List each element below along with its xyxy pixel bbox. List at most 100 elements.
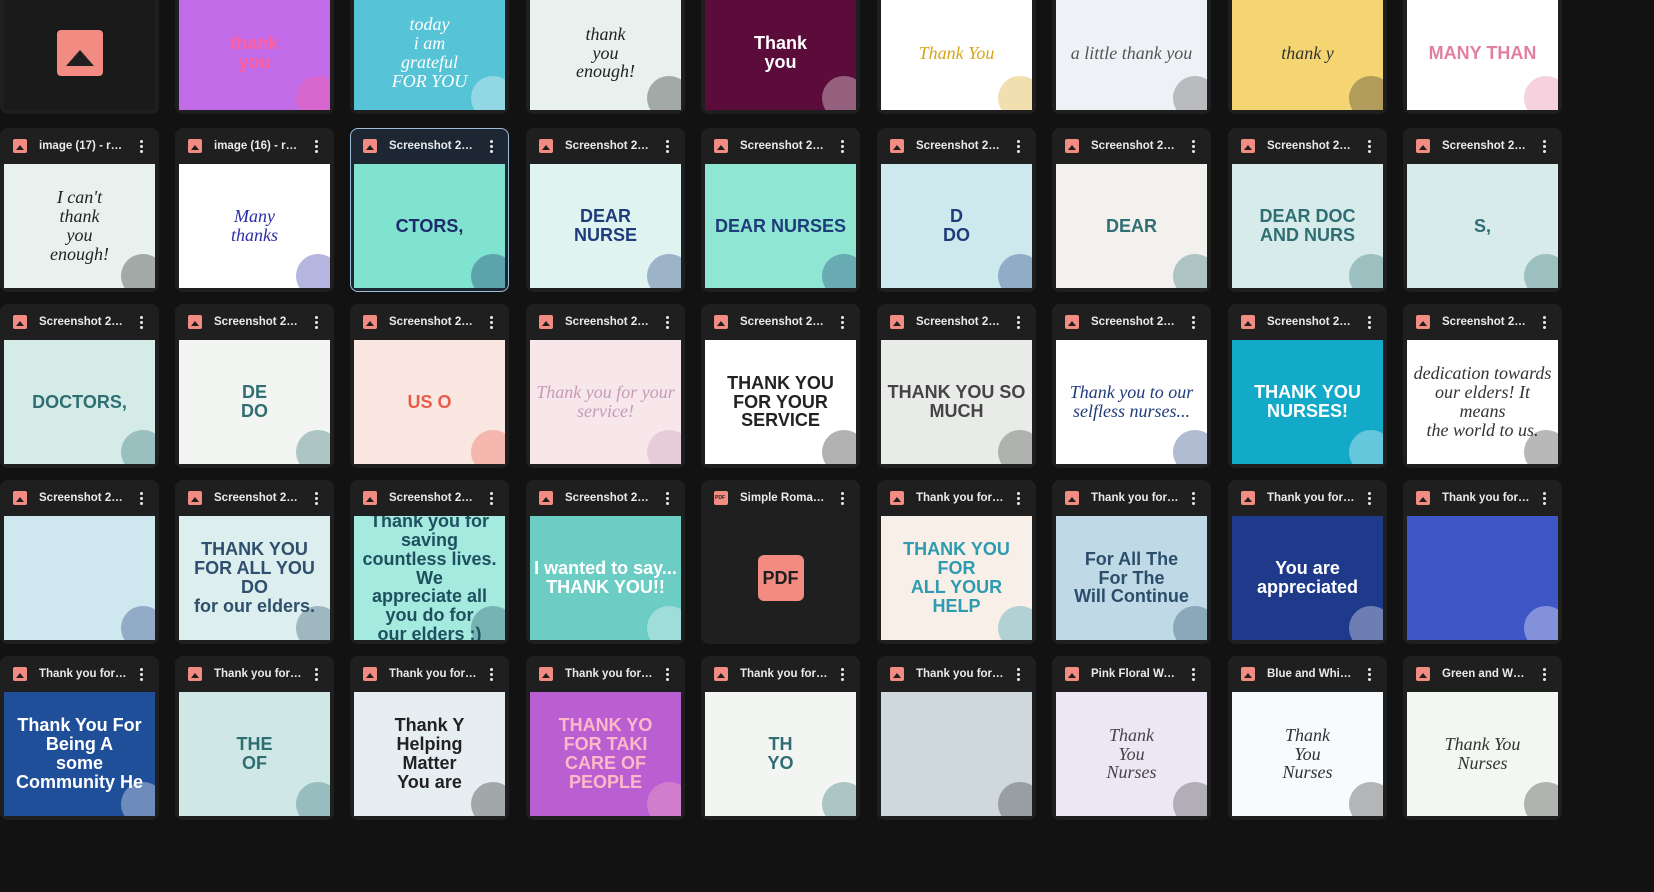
file-card[interactable] — [0, 0, 159, 114]
file-card[interactable]: a little thank you — [1052, 0, 1211, 114]
file-thumbnail[interactable]: Thank you to our selfless nurses... — [1056, 340, 1207, 464]
file-card[interactable]: Pink Floral Water... Thank You Nurses — [1052, 656, 1211, 820]
file-thumbnail[interactable]: Thank You Nurses — [1056, 692, 1207, 816]
more-options-icon[interactable] — [1359, 312, 1379, 332]
file-thumbnail[interactable]: US O — [354, 340, 505, 464]
file-card[interactable]: Thank you for all ... THANK YO FOR TAKI C… — [526, 656, 685, 820]
file-card[interactable]: Thank you for all ... — [877, 656, 1036, 820]
file-thumbnail[interactable]: MANY THAN — [1407, 0, 1558, 110]
more-options-icon[interactable] — [131, 312, 151, 332]
more-options-icon[interactable] — [481, 664, 501, 684]
more-options-icon[interactable] — [1534, 664, 1554, 684]
file-thumbnail[interactable]: D DO — [881, 164, 1032, 288]
file-card[interactable]: Screenshot 2025... I wanted to say... THA… — [526, 480, 685, 644]
file-card[interactable]: Thank you for all ... Thank You For Being… — [0, 656, 159, 820]
file-thumbnail[interactable] — [4, 516, 155, 640]
file-card[interactable]: Thank you for all ... Thank Y Helping Mat… — [350, 656, 509, 820]
file-thumbnail[interactable]: DOCTORS, — [4, 340, 155, 464]
file-card[interactable]: Screenshot 2025... THANK YOU FOR YOUR SER… — [701, 304, 860, 468]
more-options-icon[interactable] — [1008, 312, 1028, 332]
file-thumbnail[interactable]: THE OF — [179, 692, 330, 816]
more-options-icon[interactable] — [1534, 488, 1554, 508]
file-thumbnail[interactable]: Thank you for saving countless lives. We… — [354, 516, 505, 640]
file-card[interactable]: thank you — [175, 0, 334, 114]
file-card[interactable]: Screenshot 2025... THANK YOU FOR ALL YOU … — [175, 480, 334, 644]
file-card[interactable]: image (16) - refla... Many thanks — [175, 128, 334, 292]
more-options-icon[interactable] — [1008, 136, 1028, 156]
more-options-icon[interactable] — [481, 312, 501, 332]
more-options-icon[interactable] — [657, 312, 677, 332]
more-options-icon[interactable] — [657, 488, 677, 508]
file-thumbnail[interactable]: DEAR — [1056, 164, 1207, 288]
more-options-icon[interactable] — [306, 312, 326, 332]
file-thumbnail[interactable]: DE DO — [179, 340, 330, 464]
file-card[interactable]: Simple Romantic ... PDF — [701, 480, 860, 644]
more-options-icon[interactable] — [832, 312, 852, 332]
file-card[interactable]: Thank you for all ... THANK YOU FOR ALL Y… — [877, 480, 1036, 644]
more-options-icon[interactable] — [1359, 664, 1379, 684]
more-options-icon[interactable] — [306, 136, 326, 156]
file-thumbnail[interactable]: thank you enough! — [530, 0, 681, 110]
more-options-icon[interactable] — [832, 136, 852, 156]
more-options-icon[interactable] — [131, 664, 151, 684]
file-thumbnail[interactable]: I can't thank you enough! — [4, 164, 155, 288]
more-options-icon[interactable] — [1183, 312, 1203, 332]
more-options-icon[interactable] — [657, 664, 677, 684]
file-card[interactable]: MANY THAN — [1403, 0, 1562, 114]
file-card[interactable]: Green and White ... Thank You Nurses — [1403, 656, 1562, 820]
more-options-icon[interactable] — [1359, 488, 1379, 508]
more-options-icon[interactable] — [1183, 488, 1203, 508]
file-card[interactable]: Screenshot 2025... DEAR DOC AND NURS — [1228, 128, 1387, 292]
file-card[interactable]: thank y — [1228, 0, 1387, 114]
file-card[interactable]: Screenshot 2025... THANK YOU NURSES! — [1228, 304, 1387, 468]
more-options-icon[interactable] — [1359, 136, 1379, 156]
file-card[interactable]: thank you enough! — [526, 0, 685, 114]
more-options-icon[interactable] — [1534, 136, 1554, 156]
more-options-icon[interactable] — [131, 488, 151, 508]
file-card[interactable]: Thank you for all ... For All The For The… — [1052, 480, 1211, 644]
file-card[interactable]: Screenshot 2025... Thank you for saving c… — [350, 480, 509, 644]
more-options-icon[interactable] — [306, 488, 326, 508]
file-thumbnail[interactable]: I wanted to say... THANK YOU!! — [530, 516, 681, 640]
file-thumbnail[interactable]: THANK YOU SO MUCH — [881, 340, 1032, 464]
file-thumbnail[interactable]: S, — [1407, 164, 1558, 288]
file-thumbnail[interactable]: THANK YOU NURSES! — [1232, 340, 1383, 464]
file-thumbnail[interactable]: CTORS, — [354, 164, 505, 288]
file-thumbnail[interactable]: Thank You Nurses — [1232, 692, 1383, 816]
more-options-icon[interactable] — [1534, 312, 1554, 332]
file-thumbnail[interactable]: a little thank you — [1056, 0, 1207, 110]
file-card[interactable]: Screenshot 2025... D DO — [877, 128, 1036, 292]
file-card[interactable]: Thank You — [877, 0, 1036, 114]
file-thumbnail[interactable] — [4, 0, 155, 110]
file-thumbnail[interactable]: DEAR NURSES — [705, 164, 856, 288]
file-thumbnail[interactable]: Thank you for your service! — [530, 340, 681, 464]
file-card[interactable]: Thank you for all ... You are appreciated — [1228, 480, 1387, 644]
file-card[interactable]: Screenshot 2025... dedication towards our… — [1403, 304, 1562, 468]
file-card[interactable]: Screenshot 2025... THANK YOU SO MUCH — [877, 304, 1036, 468]
file-thumbnail[interactable]: Thank You — [881, 0, 1032, 110]
more-options-icon[interactable] — [306, 664, 326, 684]
file-card[interactable]: Thank you for all ... TH YO — [701, 656, 860, 820]
file-thumbnail[interactable]: Thank You Nurses — [1407, 692, 1558, 816]
file-card[interactable]: Blue and White Si... Thank You Nurses — [1228, 656, 1387, 820]
file-thumbnail[interactable] — [881, 692, 1032, 816]
more-options-icon[interactable] — [481, 136, 501, 156]
file-card[interactable]: today i am grateful FOR YOU — [350, 0, 509, 114]
file-thumbnail[interactable]: You are appreciated — [1232, 516, 1383, 640]
more-options-icon[interactable] — [131, 136, 151, 156]
file-thumbnail[interactable]: Thank Y Helping Matter You are — [354, 692, 505, 816]
more-options-icon[interactable] — [657, 136, 677, 156]
file-card[interactable]: Thank you — [701, 0, 860, 114]
file-thumbnail[interactable]: THANK YOU FOR YOUR SERVICE — [705, 340, 856, 464]
file-card[interactable]: Screenshot 2025... US O — [350, 304, 509, 468]
more-options-icon[interactable] — [832, 488, 852, 508]
file-card[interactable]: Thank you for all ... — [1403, 480, 1562, 644]
file-thumbnail[interactable]: THANK YOU FOR ALL YOU DO for our elders. — [179, 516, 330, 640]
file-thumbnail[interactable]: THANK YO FOR TAKI CARE OF PEOPLE — [530, 692, 681, 816]
file-card[interactable]: Screenshot 2025... — [0, 480, 159, 644]
file-thumbnail[interactable]: Many thanks — [179, 164, 330, 288]
more-options-icon[interactable] — [1183, 136, 1203, 156]
file-thumbnail[interactable]: DEAR NURSE — [530, 164, 681, 288]
file-thumbnail[interactable]: DEAR DOC AND NURS — [1232, 164, 1383, 288]
file-thumbnail[interactable]: THANK YOU FOR ALL YOUR HELP — [881, 516, 1032, 640]
